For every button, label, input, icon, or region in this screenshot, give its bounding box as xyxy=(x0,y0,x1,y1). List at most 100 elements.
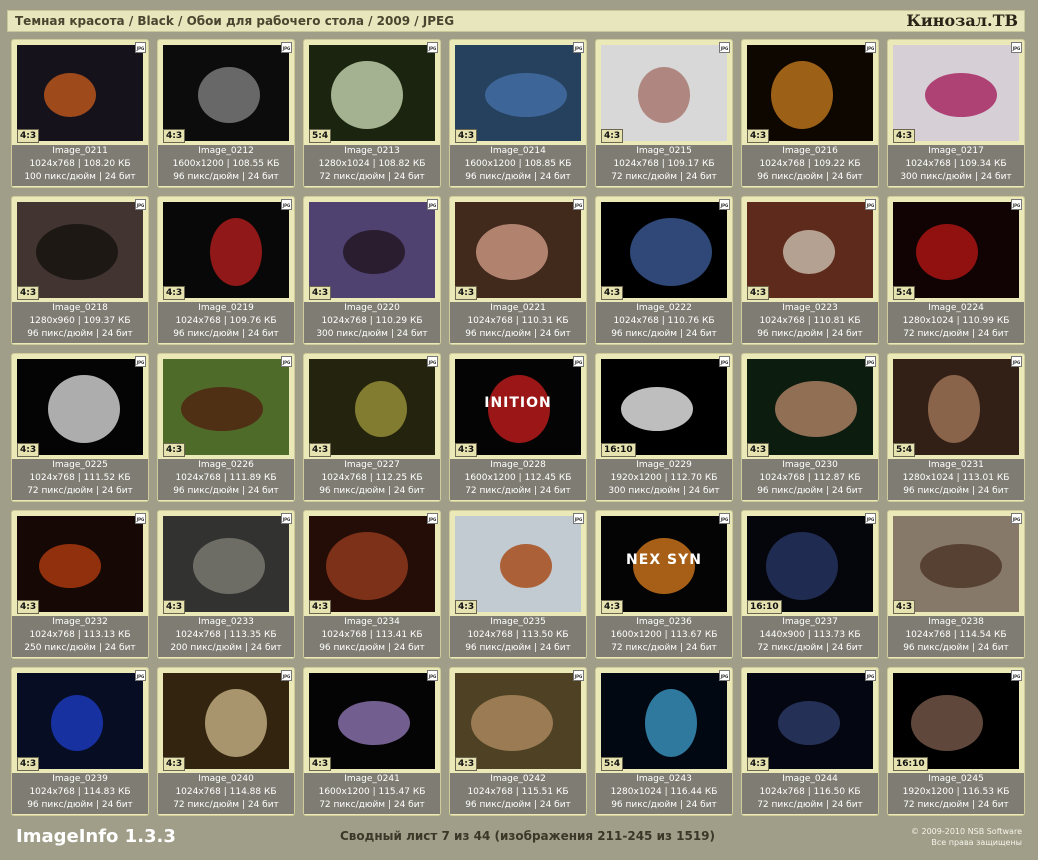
aspect-ratio-badge: 4:3 xyxy=(747,286,770,300)
thumbnail-card[interactable]: JPG 4:3 Image_0214 1600x1200 | 108.85 КБ 96 … xyxy=(449,39,587,188)
image-name: Image_0215 xyxy=(636,146,692,156)
thumbnail-image[interactable] xyxy=(17,673,143,769)
thumbnail-card[interactable]: JPG 5:4 Image_0243 1280x1024 | 116.44 КБ 96 … xyxy=(595,667,733,816)
image-name: Image_0224 xyxy=(928,303,984,313)
thumbnail-image[interactable] xyxy=(17,202,143,298)
thumbnail-image[interactable] xyxy=(309,202,435,298)
thumbnail-image[interactable] xyxy=(893,202,1019,298)
thumbnail-image[interactable] xyxy=(163,673,289,769)
thumbnail-image[interactable] xyxy=(601,673,727,769)
jpg-file-icon: JPG xyxy=(573,42,584,53)
thumbnail-image[interactable] xyxy=(601,45,727,141)
brand-logo: Кинозал.ТВ xyxy=(906,11,1018,30)
thumbnail-logo-text: NEX SYN xyxy=(626,552,702,568)
image-metadata: Image_0219 1024x768 | 109.76 КБ 96 пикс/дю… xyxy=(158,302,294,343)
thumbnail-image[interactable] xyxy=(163,202,289,298)
image-metadata: Image_0221 1024x768 | 110.31 КБ 96 пикс/дю… xyxy=(450,302,586,343)
thumbnail-card[interactable]: JPG 4:3 Image_0238 1024x768 | 114.54 КБ 96 п… xyxy=(887,510,1025,659)
thumbnail-card[interactable]: JPG 4:3 Image_0241 1600x1200 | 115.47 КБ 72 … xyxy=(303,667,441,816)
jpg-file-icon: JPG xyxy=(427,42,438,53)
thumbnail-image[interactable]: NEX SYN xyxy=(601,516,727,612)
thumbnail-card[interactable]: JPG 4:3 Image_0223 1024x768 | 110.81 КБ 96 п… xyxy=(741,196,879,345)
thumbnail-image[interactable] xyxy=(893,359,1019,455)
thumbnail-card[interactable]: JPG 4:3 Image_0225 1024x768 | 111.52 КБ 72 п… xyxy=(11,353,149,502)
thumbnail-image[interactable] xyxy=(455,45,581,141)
jpg-file-icon: JPG xyxy=(135,356,146,367)
thumbnail-card[interactable]: JPG 4:3 Image_0211 1024x768 | 108.20 КБ 100 … xyxy=(11,39,149,188)
thumbnail-image[interactable] xyxy=(893,45,1019,141)
thumbnail-card[interactable]: JPG 4:3 Image_0227 1024x768 | 112.25 КБ 96 п… xyxy=(303,353,441,502)
thumbnail-card[interactable]: JPG 4:3 Image_0234 1024x768 | 113.41 КБ 96 п… xyxy=(303,510,441,659)
thumbnail-card[interactable]: JPG 4:3 Image_0230 1024x768 | 112.87 КБ 96 п… xyxy=(741,353,879,502)
thumbnail-card[interactable]: JPG 5:4 Image_0213 1280x1024 | 108.82 КБ 72 … xyxy=(303,39,441,188)
image-size: 1024x768 | 113.50 КБ xyxy=(467,630,569,640)
thumbnail-image[interactable] xyxy=(309,516,435,612)
thumbnail-image[interactable] xyxy=(747,516,873,612)
thumbnail-image[interactable] xyxy=(747,45,873,141)
thumbnail-image[interactable] xyxy=(893,516,1019,612)
image-info: 96 пикс/дюйм | 24 бит xyxy=(465,172,571,182)
thumbnail-image[interactable] xyxy=(747,673,873,769)
thumbnail-image[interactable] xyxy=(601,202,727,298)
thumbnail-card[interactable]: JPG 4:3 Image_0212 1600x1200 | 108.55 КБ 96 … xyxy=(157,39,295,188)
thumbnail-card[interactable]: JPG 16:10 Image_0245 1920x1200 | 116.53 КБ 7… xyxy=(887,667,1025,816)
image-size: 1024x768 | 113.41 КБ xyxy=(321,630,423,640)
image-name: Image_0223 xyxy=(782,303,838,313)
thumbnail-card[interactable]: JPG 4:3 Image_0216 1024x768 | 109.22 КБ 96 п… xyxy=(741,39,879,188)
thumbnail-card[interactable]: JPG 4:3 Image_0239 1024x768 | 114.83 КБ 96 п… xyxy=(11,667,149,816)
aspect-ratio-badge: 16:10 xyxy=(893,757,928,771)
thumbnail-card[interactable]: JPG 16:10 Image_0237 1440x900 | 113.73 КБ 72… xyxy=(741,510,879,659)
jpg-file-icon: JPG xyxy=(719,42,730,53)
thumbnail-image[interactable] xyxy=(455,202,581,298)
image-name: Image_0212 xyxy=(198,146,254,156)
thumbnail-card[interactable]: INITION JPG 4:3 Image_0228 1600x1200 | 112.4… xyxy=(449,353,587,502)
thumbnail-image[interactable] xyxy=(601,359,727,455)
thumbnail-card[interactable]: JPG 4:3 Image_0217 1024x768 | 109.34 КБ 300 … xyxy=(887,39,1025,188)
thumbnail-card[interactable]: JPG 4:3 Image_0240 1024x768 | 114.88 КБ 72 п… xyxy=(157,667,295,816)
thumbnail-card[interactable]: JPG 4:3 Image_0233 1024x768 | 113.35 КБ 200 … xyxy=(157,510,295,659)
thumbnail-image[interactable] xyxy=(163,45,289,141)
thumbnail-card[interactable]: JPG 16:10 Image_0229 1920x1200 | 112.70 КБ 3… xyxy=(595,353,733,502)
thumbnail-card[interactable]: JPG 4:3 Image_0235 1024x768 | 113.50 КБ 96 п… xyxy=(449,510,587,659)
thumbnail-image[interactable] xyxy=(17,516,143,612)
image-size: 1024x768 | 112.87 КБ xyxy=(759,473,861,483)
jpg-file-icon: JPG xyxy=(281,199,292,210)
thumbnail-image[interactable] xyxy=(17,45,143,141)
image-metadata: Image_0236 1600x1200 | 113.67 КБ 72 пикс/д… xyxy=(596,616,732,657)
thumbnail-image[interactable]: INITION xyxy=(455,359,581,455)
image-metadata: Image_0228 1600x1200 | 112.45 КБ 72 пикс/д… xyxy=(450,459,586,500)
thumbnail-card[interactable]: JPG 5:4 Image_0231 1280x1024 | 113.01 КБ 96 … xyxy=(887,353,1025,502)
image-info: 96 пикс/дюйм | 24 бит xyxy=(173,486,279,496)
jpg-file-icon: JPG xyxy=(427,199,438,210)
image-metadata: Image_0239 1024x768 | 114.83 КБ 96 пикс/дю… xyxy=(12,773,148,814)
image-size: 1024x768 | 110.81 КБ xyxy=(759,316,861,326)
thumbnail-image[interactable] xyxy=(893,673,1019,769)
thumbnail-image[interactable] xyxy=(747,359,873,455)
thumbnail-image[interactable] xyxy=(455,673,581,769)
thumbnail-card[interactable]: JPG 4:3 Image_0220 1024x768 | 110.29 КБ 300 … xyxy=(303,196,441,345)
thumbnail-card[interactable]: JPG 4:3 Image_0215 1024x768 | 109.17 КБ 72 п… xyxy=(595,39,733,188)
thumbnail-image[interactable] xyxy=(455,516,581,612)
thumbnail-image[interactable] xyxy=(163,516,289,612)
jpg-file-icon: JPG xyxy=(135,199,146,210)
thumbnail-card[interactable]: JPG 4:3 Image_0219 1024x768 | 109.76 КБ 96 п… xyxy=(157,196,295,345)
thumbnail-image[interactable] xyxy=(309,45,435,141)
thumbnail-image[interactable] xyxy=(17,359,143,455)
thumbnail-card[interactable]: JPG 4:3 Image_0242 1024x768 | 115.51 КБ 96 п… xyxy=(449,667,587,816)
image-metadata: Image_0237 1440x900 | 113.73 КБ 72 пикс/дю… xyxy=(742,616,878,657)
thumbnail-card[interactable]: JPG 4:3 Image_0221 1024x768 | 110.31 КБ 96 п… xyxy=(449,196,587,345)
thumbnail-image[interactable] xyxy=(163,359,289,455)
thumbnail-card[interactable]: JPG 4:3 Image_0222 1024x768 | 110.76 КБ 96 п… xyxy=(595,196,733,345)
thumbnail-card[interactable]: JPG 4:3 Image_0232 1024x768 | 113.13 КБ 250 … xyxy=(11,510,149,659)
thumbnail-card[interactable]: JPG 4:3 Image_0244 1024x768 | 116.50 КБ 72 п… xyxy=(741,667,879,816)
image-name: Image_0244 xyxy=(782,774,838,784)
thumbnail-card[interactable]: JPG 4:3 Image_0226 1024x768 | 111.89 КБ 96 п… xyxy=(157,353,295,502)
image-size: 1600x1200 | 113.67 КБ xyxy=(610,630,718,640)
image-name: Image_0221 xyxy=(490,303,546,313)
thumbnail-card[interactable]: NEX SYN JPG 4:3 Image_0236 1600x1200 | 113.6… xyxy=(595,510,733,659)
thumbnail-image[interactable] xyxy=(309,673,435,769)
thumbnail-image[interactable] xyxy=(747,202,873,298)
thumbnail-card[interactable]: JPG 5:4 Image_0224 1280x1024 | 110.99 КБ 72 … xyxy=(887,196,1025,345)
thumbnail-image[interactable] xyxy=(309,359,435,455)
thumbnail-card[interactable]: JPG 4:3 Image_0218 1280x960 | 109.37 КБ 96 п… xyxy=(11,196,149,345)
